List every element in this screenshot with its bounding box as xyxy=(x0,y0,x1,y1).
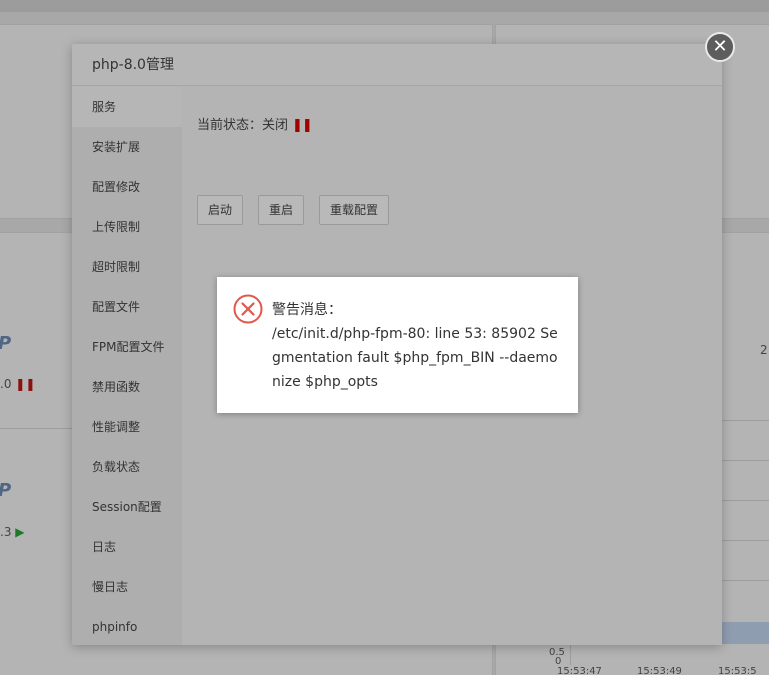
background-topbar xyxy=(0,0,769,12)
sidebar-item-session-config[interactable]: Session配置 xyxy=(72,487,182,527)
play-icon: ▶ xyxy=(15,525,25,539)
chart-area-fill xyxy=(722,622,769,644)
sidebar-item-service[interactable]: 服务 xyxy=(72,87,182,127)
pause-icon: ❚❚ xyxy=(15,377,36,391)
stopped-pause-icon: ❚❚ xyxy=(292,118,313,133)
chart-x-tick: 15:53:47 xyxy=(557,666,602,675)
sidebar-item-phpinfo[interactable]: phpinfo xyxy=(72,607,182,647)
sidebar-item-slow-logs[interactable]: 慢日志 xyxy=(72,567,182,607)
error-circle-x-icon xyxy=(233,294,263,324)
sidebar-item-install-extensions[interactable]: 安装扩展 xyxy=(72,127,182,167)
alert-body: /etc/init.d/php-fpm-80: line 53: 85902 S… xyxy=(272,326,558,390)
reload-config-button[interactable]: 重载配置 xyxy=(319,195,390,225)
alert-message: 警告消息： /etc/init.d/php-fpm-80: line 53: 8… xyxy=(272,298,562,394)
status-label: 当前状态： xyxy=(197,118,263,133)
sidebar-item-timeout-limit[interactable]: 超时限制 xyxy=(72,247,182,287)
php-logo: P xyxy=(0,333,11,354)
php-version-label: .3 ▶ xyxy=(0,525,25,539)
sidebar-item-performance-tuning[interactable]: 性能调整 xyxy=(72,407,182,447)
background-right-text: 2 xyxy=(760,343,768,357)
sidebar-item-fpm-config-file[interactable]: FPM配置文件 xyxy=(72,327,182,367)
chart-x-tick: 15:53:5 xyxy=(718,666,757,675)
status-value: 关闭 xyxy=(262,118,289,133)
php-logo: P xyxy=(0,480,11,501)
sidebar-item-upload-limit[interactable]: 上传限制 xyxy=(72,207,182,247)
sidebar-item-load-status[interactable]: 负载状态 xyxy=(72,447,182,487)
service-status: 当前状态：关闭 ❚❚ xyxy=(197,114,313,133)
sidebar-item-config-file[interactable]: 配置文件 xyxy=(72,287,182,327)
alert-title: 警告消息： xyxy=(272,302,342,318)
close-icon[interactable]: ✕ xyxy=(705,32,735,62)
modal-sidebar: 服务 安装扩展 配置修改 上传限制 超时限制 配置文件 FPM配置文件 禁用函数… xyxy=(72,87,182,645)
chart-x-tick: 15:53:49 xyxy=(637,666,682,675)
sidebar-item-disabled-functions[interactable]: 禁用函数 xyxy=(72,367,182,407)
sidebar-item-config-edit[interactable]: 配置修改 xyxy=(72,167,182,207)
modal-title: php-8.0管理 xyxy=(72,44,722,86)
start-button[interactable]: 启动 xyxy=(197,195,244,225)
restart-button[interactable]: 重启 xyxy=(258,195,305,225)
php-version-label: .0 ❚❚ xyxy=(0,377,36,391)
sidebar-item-logs[interactable]: 日志 xyxy=(72,527,182,567)
warning-alert: 警告消息： /etc/init.d/php-fpm-80: line 53: 8… xyxy=(217,277,578,413)
